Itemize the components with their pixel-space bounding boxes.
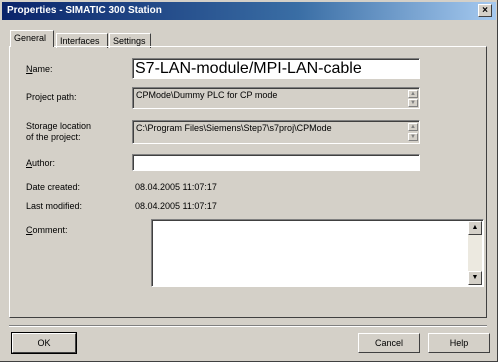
cancel-button-label: Cancel [374,338,403,348]
window-title: Properties - SIMATIC 300 Station [7,5,162,16]
help-button[interactable]: Help [428,333,490,353]
ok-button[interactable]: OK [11,332,77,354]
button-separator [9,325,487,327]
cancel-button[interactable]: Cancel [358,333,420,353]
ok-button-label: OK [37,338,51,348]
tab-general[interactable]: General [10,30,54,47]
help-button-label: Help [449,338,469,348]
close-icon: × [482,5,488,16]
properties-dialog: Properties - SIMATIC 300 Station × Gener… [0,0,498,362]
tab-general-label: General [14,33,47,43]
tab-settings-label: Settings [113,36,146,46]
tab-interfaces-label: Interfaces [60,36,100,46]
general-tab-panel [9,46,487,318]
title-bar[interactable]: Properties - SIMATIC 300 Station × [2,2,496,20]
close-button[interactable]: × [478,4,492,17]
